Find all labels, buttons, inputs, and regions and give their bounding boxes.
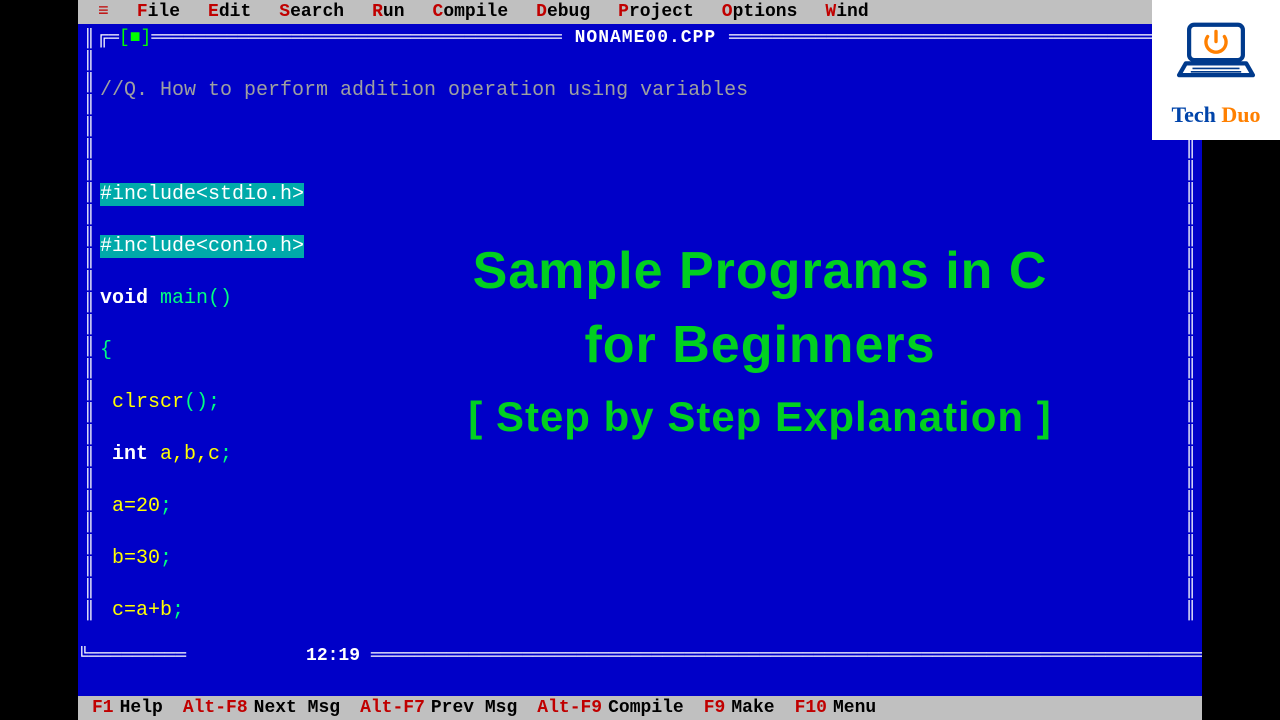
hint-menu: Menu <box>827 698 882 718</box>
overlay-line3: [ Step by Step Explanation ] <box>358 382 1162 452</box>
menu-project[interactable]: Project <box>604 2 708 22</box>
editor-frame: ╔═[■]═══════════════════════════════════… <box>78 24 1202 672</box>
code-op: = <box>124 495 136 518</box>
menu-compile[interactable]: Compile <box>419 2 523 22</box>
code-include-conio: #include<conio.h> <box>100 235 304 258</box>
code-kw-int: int <box>100 443 160 466</box>
hint-key-altf8[interactable]: Alt-F8 <box>169 698 248 718</box>
code-semi: ; <box>172 599 184 622</box>
code-kw-void: void <box>100 287 148 310</box>
code-var-c: c <box>100 599 124 622</box>
overlay-title: Sample Programs in C for Beginners [ Ste… <box>358 234 1162 452</box>
code-num: 30 <box>136 547 160 570</box>
laptop-power-icon <box>1174 13 1258 102</box>
window-title: NONAME00.CPP <box>573 28 719 48</box>
hint-key-altf9[interactable]: Alt-F9 <box>523 698 602 718</box>
code-comment: //Q. How to perform addition operation u… <box>100 79 748 102</box>
hint-key-f10[interactable]: F10 <box>781 698 827 718</box>
hint-key-f1[interactable]: F1 <box>78 698 114 718</box>
overlay-line1: Sample Programs in C <box>358 234 1162 308</box>
code-expr: a+b <box>136 599 172 622</box>
code-var-b: b <box>100 547 124 570</box>
code-paren: ) <box>196 391 208 414</box>
code-paren: ( <box>184 391 196 414</box>
code-num: 20 <box>136 495 160 518</box>
menu-debug[interactable]: Debug <box>522 2 604 22</box>
menu-file[interactable]: File <box>123 2 194 22</box>
code-semi: ; <box>220 443 232 466</box>
menu-window[interactable]: Wind <box>811 2 882 22</box>
status-gap <box>78 672 1202 696</box>
window-close-control[interactable]: [■] <box>119 28 151 48</box>
frame-left-border: ║║║║║║║║║║║║║║║║║║║║║║║║║║║ <box>84 28 98 644</box>
cursor-position: 12:19 <box>186 646 360 666</box>
hint-nextmsg: Next Msg <box>248 698 346 718</box>
channel-logo: Tech Duo <box>1152 0 1280 140</box>
code-call-clrscr: clrscr <box>100 391 184 414</box>
hint-make: Make <box>725 698 780 718</box>
code-semi: ; <box>160 547 172 570</box>
code-semi: ; <box>160 495 172 518</box>
code-paren: ) <box>220 287 232 310</box>
code-vars: a,b,c <box>160 443 220 466</box>
code-var-a: a <box>100 495 124 518</box>
overlay-line2: for Beginners <box>358 308 1162 382</box>
brand-text: Tech Duo <box>1171 102 1260 128</box>
hint-prevmsg: Prev Msg <box>425 698 523 718</box>
code-paren: ( <box>208 287 220 310</box>
code-op: = <box>124 599 136 622</box>
hint-compile: Compile <box>602 698 690 718</box>
hint-help: Help <box>114 698 169 718</box>
hint-key-altf7[interactable]: Alt-F7 <box>346 698 425 718</box>
code-semi: ; <box>208 391 220 414</box>
menu-options[interactable]: Options <box>708 2 812 22</box>
menu-edit[interactable]: Edit <box>194 2 265 22</box>
menu-run[interactable]: Run <box>358 2 418 22</box>
code-brace-open: { <box>100 339 112 362</box>
stage: ≡ File Edit Search Run Compile Debug Pro… <box>0 0 1280 720</box>
code-main: main <box>148 287 208 310</box>
system-menu-icon[interactable]: ≡ <box>78 2 123 22</box>
code-include-stdio: #include<stdio.h> <box>100 183 304 206</box>
frame-bottom-border: ╚═════════12:19 ════════════════════════… <box>78 646 1202 666</box>
hint-key-f9[interactable]: F9 <box>690 698 726 718</box>
ide-window: ≡ File Edit Search Run Compile Debug Pro… <box>78 0 1202 720</box>
hint-bar: F1Help Alt-F8Next Msg Alt-F7Prev Msg Alt… <box>78 696 1202 720</box>
window-titlebar: ╔═[■]═══════════════════════════════════… <box>78 28 1202 48</box>
menu-search[interactable]: Search <box>265 2 358 22</box>
code-op: = <box>124 547 136 570</box>
menubar: ≡ File Edit Search Run Compile Debug Pro… <box>78 0 1202 24</box>
